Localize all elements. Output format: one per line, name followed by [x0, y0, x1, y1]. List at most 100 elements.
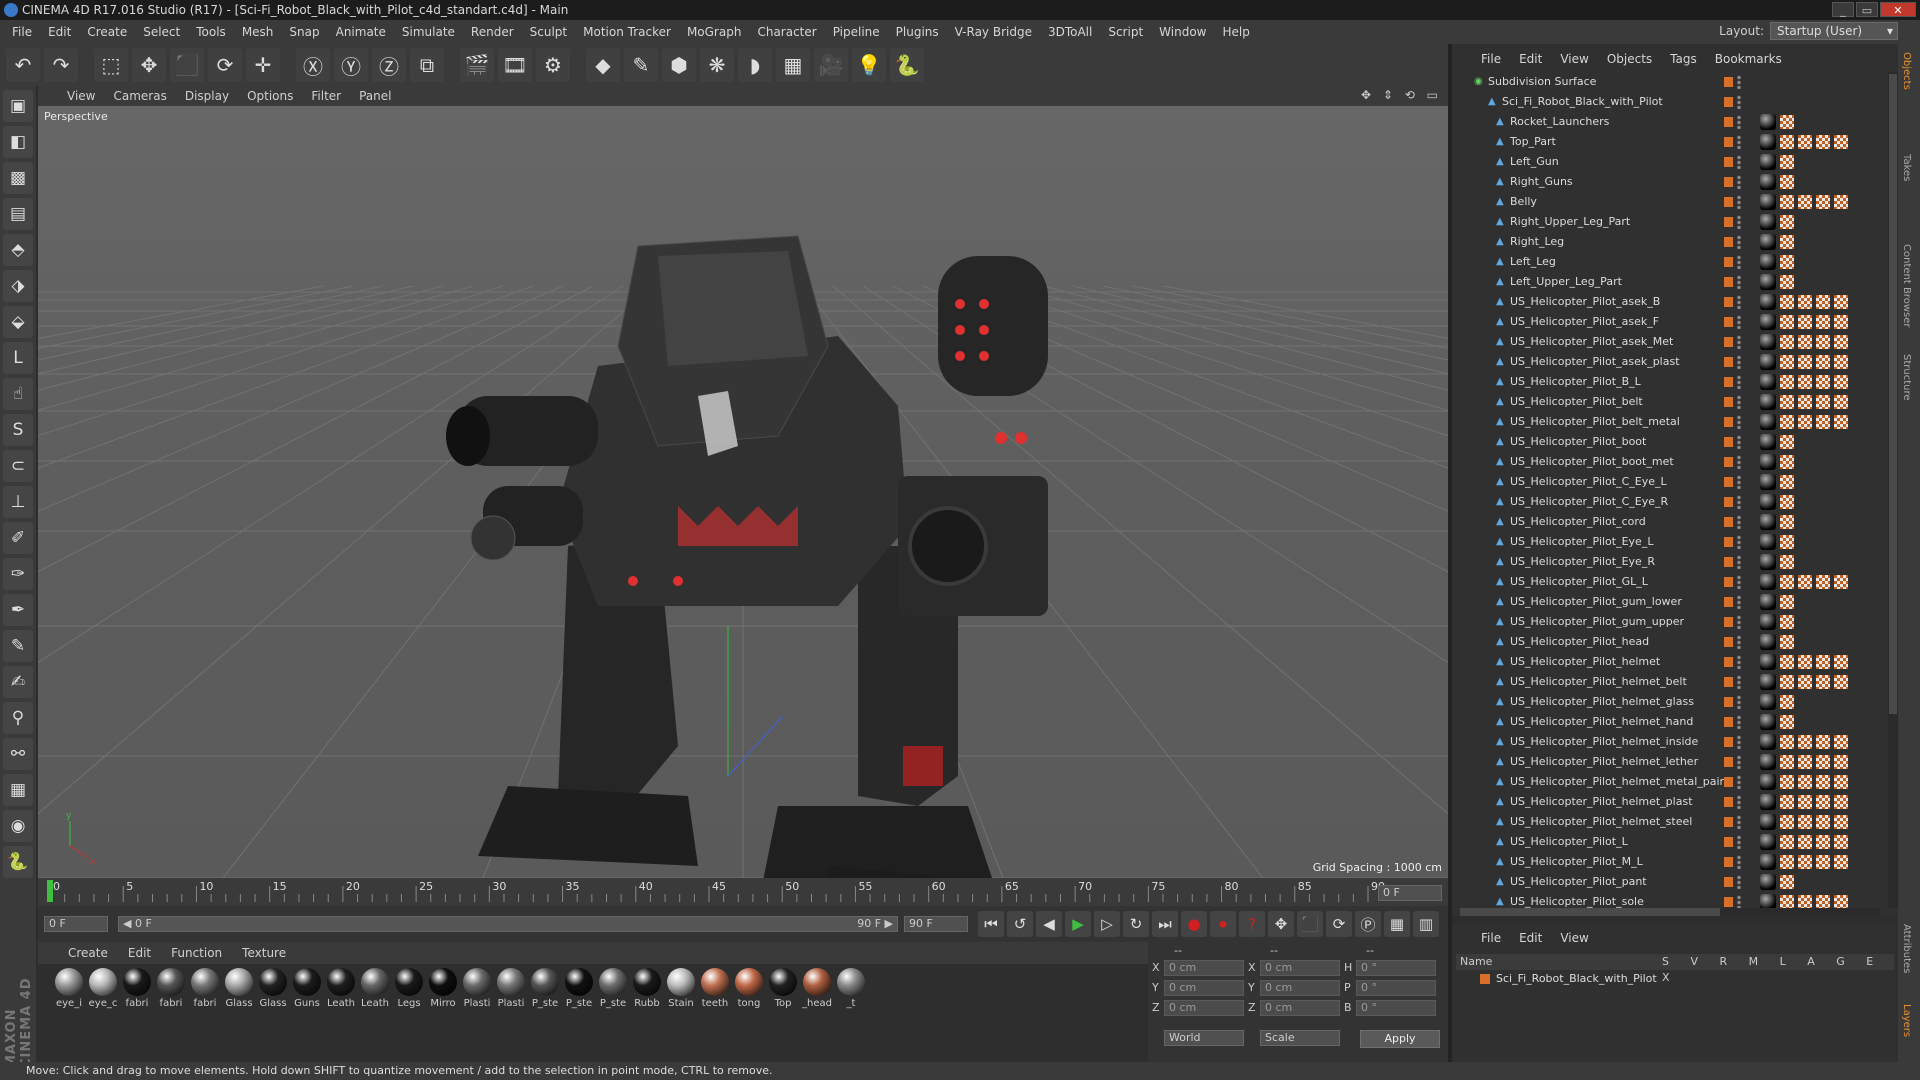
undo-icon[interactable]: ↶ — [6, 48, 40, 82]
material-swatch[interactable]: P_ste — [564, 968, 594, 1009]
viewport-label[interactable]: Perspective — [44, 110, 108, 123]
material-tag-icon[interactable] — [1760, 334, 1776, 350]
layer-color-swatch[interactable] — [1724, 657, 1733, 667]
side-tab-attributes[interactable]: Attributes — [1901, 924, 1912, 973]
object-row[interactable]: ▲ US_Helicopter_Pilot_boot — [1452, 432, 1888, 452]
scale-icon[interactable]: ⬛ — [170, 48, 204, 82]
visibility-dots[interactable] — [1737, 295, 1741, 309]
visibility-dots[interactable] — [1737, 455, 1741, 469]
brush-6-icon[interactable]: ⚲ — [3, 702, 33, 734]
texture-tag-icon[interactable] — [1816, 755, 1830, 769]
texture-tag-icon[interactable] — [1816, 655, 1830, 669]
texture-tag-icon[interactable] — [1816, 295, 1830, 309]
material-tag-icon[interactable] — [1760, 414, 1776, 430]
material-menu-create[interactable]: Create — [58, 946, 118, 960]
visibility-dots[interactable] — [1737, 615, 1741, 629]
visibility-dots[interactable] — [1737, 95, 1741, 109]
material-swatch[interactable]: teeth — [700, 968, 730, 1009]
material-tag-icon[interactable] — [1760, 514, 1776, 530]
material-swatch[interactable]: fabri — [156, 968, 186, 1009]
go-to-start-icon[interactable]: ⏮ — [978, 911, 1004, 937]
points-mode-icon[interactable]: ⬘ — [3, 234, 33, 266]
floor-icon[interactable]: ▦ — [776, 48, 810, 82]
object-row-subdivision-surface[interactable]: ◉ Subdivision Surface — [1452, 72, 1888, 92]
light-icon[interactable]: 💡 — [852, 48, 886, 82]
texture-tag-icon[interactable] — [1834, 315, 1848, 329]
viewport-menu-view[interactable]: View — [58, 89, 104, 103]
material-tag-icon[interactable] — [1760, 574, 1776, 590]
material-swatch[interactable]: P_ste — [530, 968, 560, 1009]
texture-tag-icon[interactable] — [1798, 415, 1812, 429]
texture-tag-icon[interactable] — [1816, 735, 1830, 749]
texture-tag-icon[interactable] — [1834, 415, 1848, 429]
visibility-dots[interactable] — [1737, 255, 1741, 269]
object-row[interactable]: ▲ Left_Upper_Leg_Part — [1452, 272, 1888, 292]
y-axis-icon[interactable]: Ⓨ — [334, 48, 368, 82]
texture-tag-icon[interactable] — [1780, 235, 1794, 249]
texture-tag-icon[interactable] — [1816, 795, 1830, 809]
menu-mograph[interactable]: MoGraph — [679, 25, 750, 39]
texture-tag-icon[interactable] — [1816, 195, 1830, 209]
menu-file[interactable]: File — [4, 25, 40, 39]
material-swatch[interactable]: Mirro — [428, 968, 458, 1009]
texture-tag-icon[interactable] — [1816, 855, 1830, 869]
layer-color-swatch[interactable] — [1724, 277, 1733, 287]
coordinate-value-field[interactable]: 0 cm — [1260, 980, 1340, 996]
layer-color-swatch[interactable] — [1724, 137, 1733, 147]
texture-tag-icon[interactable] — [1816, 355, 1830, 369]
material-tag-icon[interactable] — [1760, 694, 1776, 710]
material-swatch[interactable]: P_ste — [598, 968, 628, 1009]
texture-tag-icon[interactable] — [1816, 895, 1830, 908]
object-row[interactable]: ▲ Right_Guns — [1452, 172, 1888, 192]
layer-color-swatch[interactable] — [1724, 877, 1733, 887]
minimize-button[interactable]: _ — [1832, 2, 1854, 17]
scale-mode-dropdown[interactable]: Scale — [1260, 1030, 1340, 1046]
layer-color-swatch[interactable] — [1724, 577, 1733, 587]
object-row[interactable]: ▲ US_Helicopter_Pilot_helmet_metal_paint — [1452, 772, 1888, 792]
object-menu-objects[interactable]: Objects — [1598, 52, 1661, 66]
material-tag-icon[interactable] — [1760, 654, 1776, 670]
texture-tag-icon[interactable] — [1780, 295, 1794, 309]
object-row[interactable]: ▲ US_Helicopter_Pilot_Eye_L — [1452, 532, 1888, 552]
material-tag-icon[interactable] — [1760, 554, 1776, 570]
material-tag-icon[interactable] — [1760, 374, 1776, 390]
visibility-dots[interactable] — [1737, 275, 1741, 289]
layer-color-swatch[interactable] — [1724, 77, 1733, 87]
material-tag-icon[interactable] — [1760, 674, 1776, 690]
layout-dropdown[interactable]: Startup (User) — [1770, 22, 1898, 40]
x-axis-icon[interactable]: Ⓧ — [296, 48, 330, 82]
coordinate-system-icon[interactable]: ⧉ — [410, 48, 444, 82]
texture-tag-icon[interactable] — [1798, 755, 1812, 769]
texture-mode-icon[interactable]: ▩ — [3, 162, 33, 194]
visibility-dots[interactable] — [1737, 535, 1741, 549]
layer-color-swatch[interactable] — [1724, 697, 1733, 707]
object-row[interactable]: ▲ Right_Upper_Leg_Part — [1452, 212, 1888, 232]
texture-tag-icon[interactable] — [1780, 755, 1794, 769]
texture-tag-icon[interactable] — [1798, 335, 1812, 349]
object-row[interactable]: ▲ Belly — [1452, 192, 1888, 212]
coordinate-value-field[interactable]: 0 ° — [1356, 960, 1436, 976]
model-mode-icon[interactable]: ◧ — [3, 126, 33, 158]
material-tag-icon[interactable] — [1760, 734, 1776, 750]
object-row[interactable]: ▲ US_Helicopter_Pilot_C_Eye_L — [1452, 472, 1888, 492]
record-keys-icon[interactable]: ● — [1181, 911, 1207, 937]
texture-tag-icon[interactable] — [1780, 655, 1794, 669]
object-row[interactable]: ▲ US_Helicopter_Pilot_belt — [1452, 392, 1888, 412]
material-swatch[interactable]: fabri — [122, 968, 152, 1009]
texture-tag-icon[interactable] — [1780, 515, 1794, 529]
visibility-dots[interactable] — [1737, 375, 1741, 389]
edges-mode-icon[interactable]: ⬗ — [3, 270, 33, 302]
object-row[interactable]: ▲ Left_Gun — [1452, 152, 1888, 172]
texture-tag-icon[interactable] — [1816, 335, 1830, 349]
material-tag-icon[interactable] — [1760, 314, 1776, 330]
object-row[interactable]: ▲ US_Helicopter_Pilot_sole — [1452, 892, 1888, 908]
magnet-icon[interactable]: ⊂ — [3, 450, 33, 482]
layer-color-swatch[interactable] — [1724, 717, 1733, 727]
go-to-end-icon[interactable]: ⏭ — [1152, 911, 1178, 937]
texture-tag-icon[interactable] — [1816, 315, 1830, 329]
texture-tag-icon[interactable] — [1780, 155, 1794, 169]
texture-tag-icon[interactable] — [1780, 175, 1794, 189]
texture-tag-icon[interactable] — [1780, 715, 1794, 729]
layer-color-swatch[interactable] — [1724, 417, 1733, 427]
layer-color-swatch[interactable] — [1724, 437, 1733, 447]
